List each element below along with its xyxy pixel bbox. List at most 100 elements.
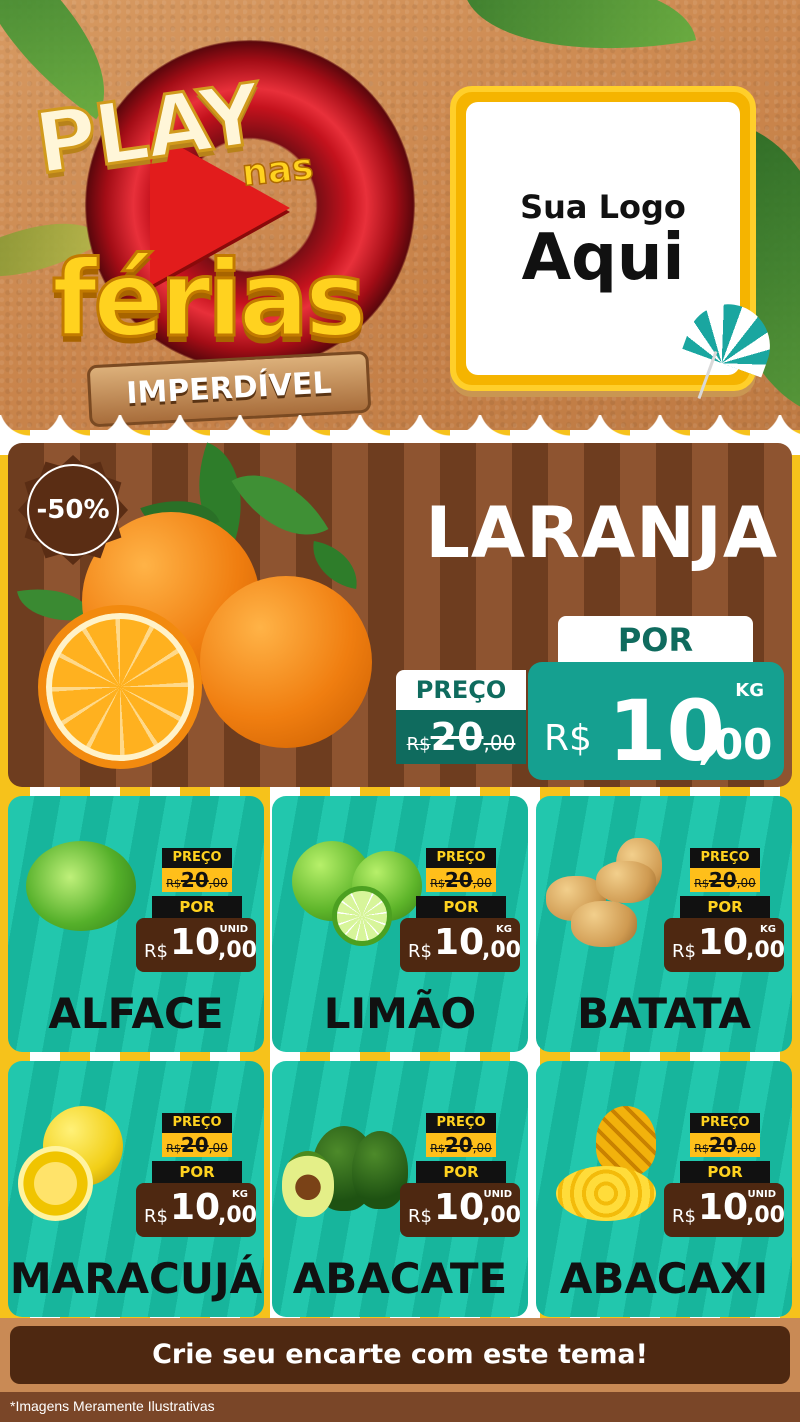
price-currency: R$ — [408, 941, 432, 962]
preco-label: PREÇO — [162, 848, 232, 868]
price-currency: R$ — [144, 1206, 168, 1227]
price-integer: 10 — [434, 922, 485, 963]
new-price: KG R$ 10,00 — [400, 918, 521, 972]
preco-label: PREÇO — [426, 848, 496, 868]
price-unit: UNID — [483, 1189, 512, 1200]
price-unit: KG — [760, 924, 776, 935]
old-price-currency: R$ — [430, 877, 445, 890]
price-integer: 10 — [170, 1187, 221, 1228]
price-cents: ,00 — [482, 938, 521, 963]
potato-icon — [596, 861, 656, 903]
price-unit: KG — [735, 680, 764, 701]
preco-label: PREÇO — [690, 848, 760, 868]
old-price-cents: ,00 — [483, 731, 516, 755]
price-unit: KG — [496, 924, 512, 935]
product-card[interactable]: PREÇO R$20,00 POR UNID R$ 10,00 ABACATE — [272, 1061, 528, 1317]
old-price: R$20,00 — [162, 1133, 232, 1157]
price-currency: R$ — [672, 941, 696, 962]
product-name: ABACAXI — [559, 1254, 769, 1303]
product-name: LIMÃO — [323, 989, 477, 1038]
product-card[interactable]: PREÇO R$20,00 POR KG R$ 10,00 MARACUJÁ — [8, 1061, 264, 1317]
logo-ferias-text: férias — [51, 237, 369, 362]
price-cents: ,00 — [746, 1203, 785, 1228]
preco-label: PREÇO — [690, 1113, 760, 1133]
old-price-integer: 20 — [180, 868, 209, 892]
old-price-cents: ,00 — [208, 1141, 228, 1155]
old-price: R$20,00 — [690, 1133, 760, 1157]
old-price-cents: ,00 — [472, 876, 492, 890]
palm-leaf-icon — [463, 0, 697, 79]
product-name: ABACATE — [292, 1254, 508, 1303]
price-currency: R$ — [144, 941, 168, 962]
por-label: POR — [416, 1161, 506, 1183]
old-price-currency: R$ — [166, 877, 181, 890]
discount-badge-text: -50% — [27, 464, 119, 556]
pineapple-slices-icon — [556, 1166, 656, 1221]
old-price-cents: ,00 — [208, 876, 228, 890]
old-price-integer: 20 — [444, 868, 473, 892]
product-name: MARACUJÁ — [9, 1254, 263, 1303]
old-price-cents: ,00 — [736, 876, 756, 890]
old-price-cents: ,00 — [472, 1141, 492, 1155]
old-price-integer: 20 — [180, 1133, 209, 1157]
price-integer: 10 — [170, 922, 221, 963]
product-card[interactable]: PREÇO R$20,00 POR UNID R$ 10,00 ALFACE — [8, 796, 264, 1052]
price-integer: 10 — [434, 1187, 485, 1228]
new-price: KG R$ 10,00 — [664, 918, 785, 972]
old-price-integer: 20 — [708, 1133, 737, 1157]
old-price: R$20,00 — [426, 1133, 496, 1157]
old-price-currency: R$ — [406, 734, 431, 755]
orange-slice-icon — [38, 605, 202, 769]
featured-preco-label: PREÇO — [396, 670, 526, 710]
por-label: POR — [680, 896, 770, 918]
por-label: POR — [680, 1161, 770, 1183]
old-price-currency: R$ — [694, 877, 709, 890]
preco-label: PREÇO — [162, 1113, 232, 1133]
lime-slice-icon — [332, 886, 392, 946]
product-card[interactable]: PREÇO R$20,00 POR UNID R$ 10,00 ABACAXI — [536, 1061, 792, 1317]
logo-placeholder-line1: Sua Logo — [520, 187, 686, 226]
create-flyer-button[interactable]: Crie seu encarte com este tema! — [10, 1326, 790, 1384]
logo-nas-text: nas — [239, 146, 316, 196]
price-cents: ,00 — [218, 938, 257, 963]
old-price-cents: ,00 — [736, 1141, 756, 1155]
product-name: BATATA — [577, 989, 751, 1038]
new-price: UNID R$ 10,00 — [664, 1183, 785, 1237]
price-cents: ,00 — [746, 938, 785, 963]
featured-por-label: POR — [558, 616, 753, 664]
por-label: POR — [152, 1161, 242, 1183]
price-unit: KG — [232, 1189, 248, 1200]
product-name: ALFACE — [48, 989, 224, 1038]
orange-icon — [200, 576, 372, 748]
passion-fruit-half-icon — [18, 1146, 93, 1221]
price-unit: UNID — [747, 1189, 776, 1200]
old-price-currency: R$ — [430, 1142, 445, 1155]
por-label: POR — [416, 896, 506, 918]
avocado-half-icon — [282, 1151, 334, 1217]
old-price-integer: 20 — [708, 868, 737, 892]
price-cents: ,00 — [698, 720, 773, 769]
featured-new-price: KG R$ 10 ,00 — [528, 662, 784, 780]
potato-icon — [571, 901, 637, 947]
product-card[interactable]: PREÇO R$20,00 POR KG R$ 10,00 LIMÃO — [272, 796, 528, 1052]
new-price: KG R$ 10,00 — [136, 1183, 257, 1237]
new-price: UNID R$ 10,00 — [136, 918, 257, 972]
logo-placeholder-line2: Aqui — [521, 220, 685, 295]
old-price-integer: 20 — [430, 715, 484, 759]
old-price-integer: 20 — [444, 1133, 473, 1157]
old-price: R$20,00 — [162, 868, 232, 892]
price-currency: R$ — [672, 1206, 696, 1227]
por-label: POR — [152, 896, 242, 918]
lettuce-icon — [26, 841, 136, 931]
price-currency: R$ — [408, 1206, 432, 1227]
price-unit: UNID — [219, 924, 248, 935]
old-price: R$20,00 — [426, 868, 496, 892]
old-price-currency: R$ — [166, 1142, 181, 1155]
price-currency: R$ — [544, 718, 592, 759]
price-integer: 10 — [698, 1187, 749, 1228]
price-cents: ,00 — [482, 1203, 521, 1228]
old-price: R$20,00 — [690, 868, 760, 892]
preco-label: PREÇO — [426, 1113, 496, 1133]
product-card[interactable]: PREÇO R$20,00 POR KG R$ 10,00 BATATA — [536, 796, 792, 1052]
disclaimer-text: *Imagens Meramente Ilustrativas — [10, 1398, 215, 1414]
